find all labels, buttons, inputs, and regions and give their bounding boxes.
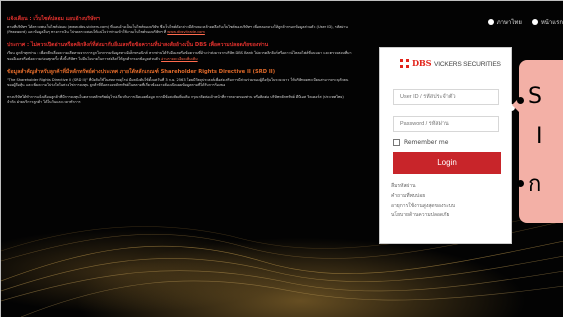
password-input[interactable]: [393, 116, 499, 132]
promo-line-3: ก: [528, 172, 542, 197]
remember-me[interactable]: Remember me: [393, 139, 448, 146]
brand-suffix: VICKERS SECURITIES: [434, 61, 501, 68]
user-id-input[interactable]: [393, 89, 499, 105]
faq-link[interactable]: คำถามที่พบบ่อย: [391, 192, 455, 202]
security-policy-link[interactable]: นโยบายด้านความปลอดภัย: [391, 211, 455, 221]
home-label: หน้าแรก: [540, 19, 563, 26]
brand-name: DBS: [412, 58, 432, 68]
system-hours-link[interactable]: อายุการใช้งานสูงสุดของระบบ: [391, 202, 455, 212]
promo-line-2: I: [536, 124, 543, 149]
announcement-body-3: "The Shareholder Rights Directive II (SR…: [7, 77, 349, 88]
top-navigation: ภาษาไทย หน้าแรก: [487, 15, 563, 29]
forgot-password-link[interactable]: ลืมรหัสผ่าน: [391, 182, 455, 192]
login-card: DBS VICKERS SECURITIES Remember me Login…: [379, 47, 512, 244]
official-site-link[interactable]: www.dbsvitrade.com: [167, 30, 205, 34]
remember-checkbox[interactable]: [393, 139, 400, 146]
promo-bullet-1: [517, 97, 524, 104]
dbs-star-icon: [400, 58, 409, 68]
announcements: แจ้งเตือน : เว็บไซต์ปลอม แอบอ้างบริษัทฯ …: [7, 16, 352, 113]
home-link[interactable]: หน้าแรก: [531, 15, 563, 29]
language-switch[interactable]: ภาษาไทย: [487, 15, 522, 29]
login-button[interactable]: Login: [393, 152, 501, 174]
help-links: ลืมรหัสผ่าน คำถามที่พบบ่อย อายุการใช้งาน…: [391, 182, 455, 221]
promo-bullet-2: [517, 180, 524, 187]
announcement-body-4: ทางบริษัทได้ทำการแจ้งเตือนลูกค้าที่มีการ…: [7, 95, 344, 105]
announcement-title-1: แจ้งเตือน : เว็บไซต์ปลอม แอบอ้างบริษัทฯ: [7, 16, 100, 22]
announcement-title-2: ประกาศ : ไม่ควรเปิดอ่านหรือคลิกลิงก์ที่ส…: [7, 42, 269, 49]
announcement-title-3: ข้อมูลสำคัญสำหรับลูกค้าที่มีหลักทรัพย์ต่…: [7, 68, 276, 75]
dbs-logo: DBS VICKERS SECURITIES: [400, 58, 501, 68]
remember-label: Remember me: [404, 139, 449, 146]
announcement-body-1: ตามที่บริษัทฯ ได้ตรวจพบเว็บไซต์ปลอม (www…: [7, 25, 348, 35]
language-label: ภาษาไทย: [496, 19, 522, 26]
read-more-link[interactable]: อ่านรายละเอียดเพิ่มเติม: [161, 57, 198, 61]
globe-icon: [487, 19, 494, 25]
home-icon: [531, 19, 538, 25]
promo-line-1: S: [528, 84, 542, 109]
announcement-body-2: เรียน ลูกค้าทุกท่าน : เพื่อหลีกเลี่ยงควา…: [7, 51, 352, 61]
